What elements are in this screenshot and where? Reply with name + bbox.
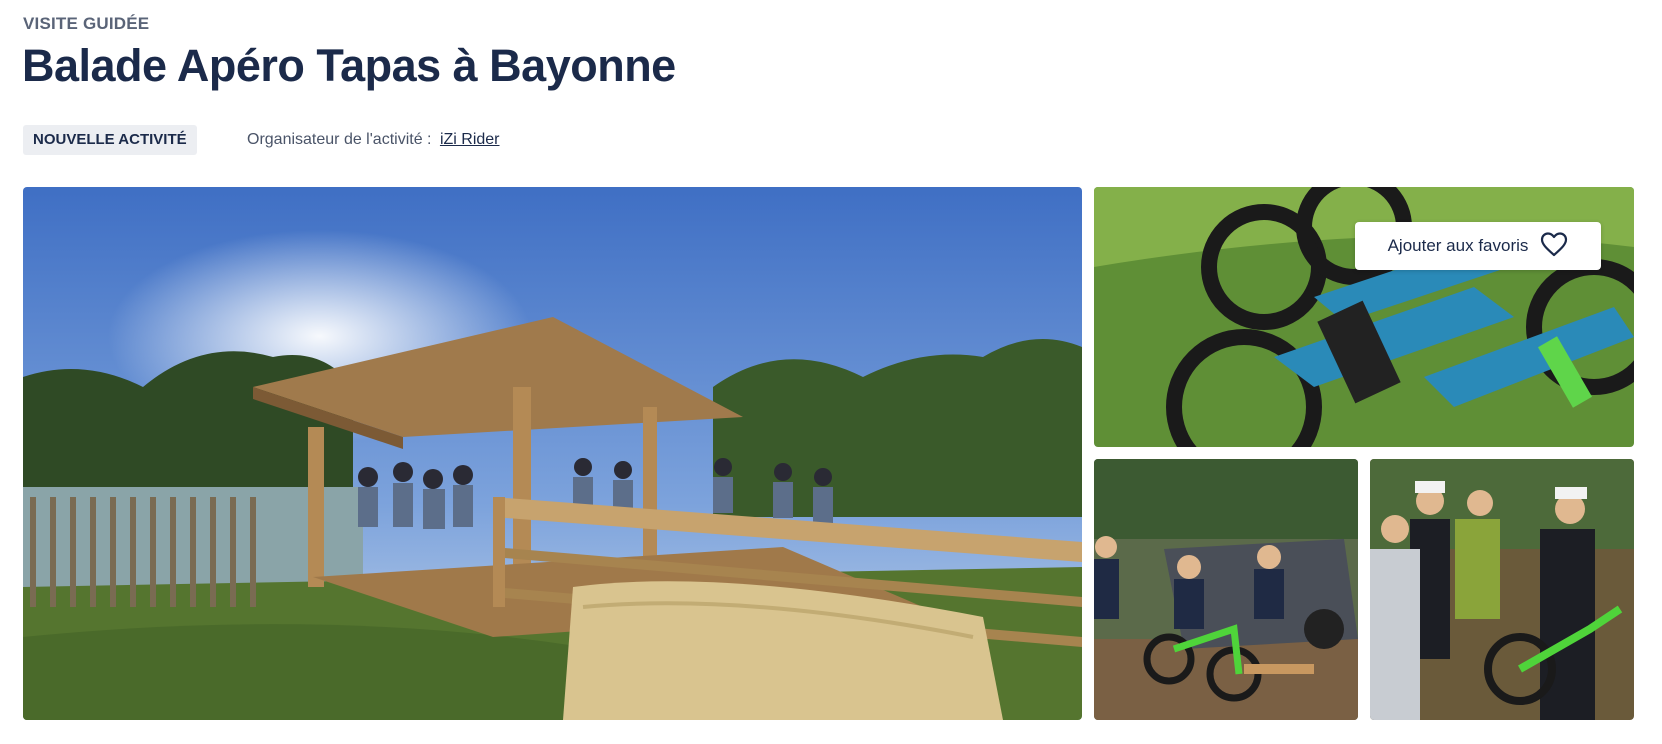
- add-to-favorites-button[interactable]: Ajouter aux favoris: [1355, 222, 1601, 270]
- gallery-photo-group[interactable]: [1370, 459, 1634, 720]
- new-activity-badge: NOUVELLE ACTIVITÉ: [23, 125, 197, 155]
- activity-category: VISITE GUIDÉE: [23, 14, 150, 33]
- add-to-favorites-label: Ajouter aux favoris: [1387, 236, 1529, 255]
- organizer-line: Organisateur de l'activité : iZi Rider: [247, 131, 500, 149]
- organizer-label: Organisateur de l'activité :: [247, 131, 432, 148]
- organizer-link[interactable]: iZi Rider: [440, 131, 500, 148]
- gallery-photo-main[interactable]: [23, 187, 1082, 720]
- page-title: Balade Apéro Tapas à Bayonne: [22, 40, 676, 91]
- heart-icon: [1540, 231, 1568, 262]
- gallery-photo-riders[interactable]: [1094, 459, 1358, 720]
